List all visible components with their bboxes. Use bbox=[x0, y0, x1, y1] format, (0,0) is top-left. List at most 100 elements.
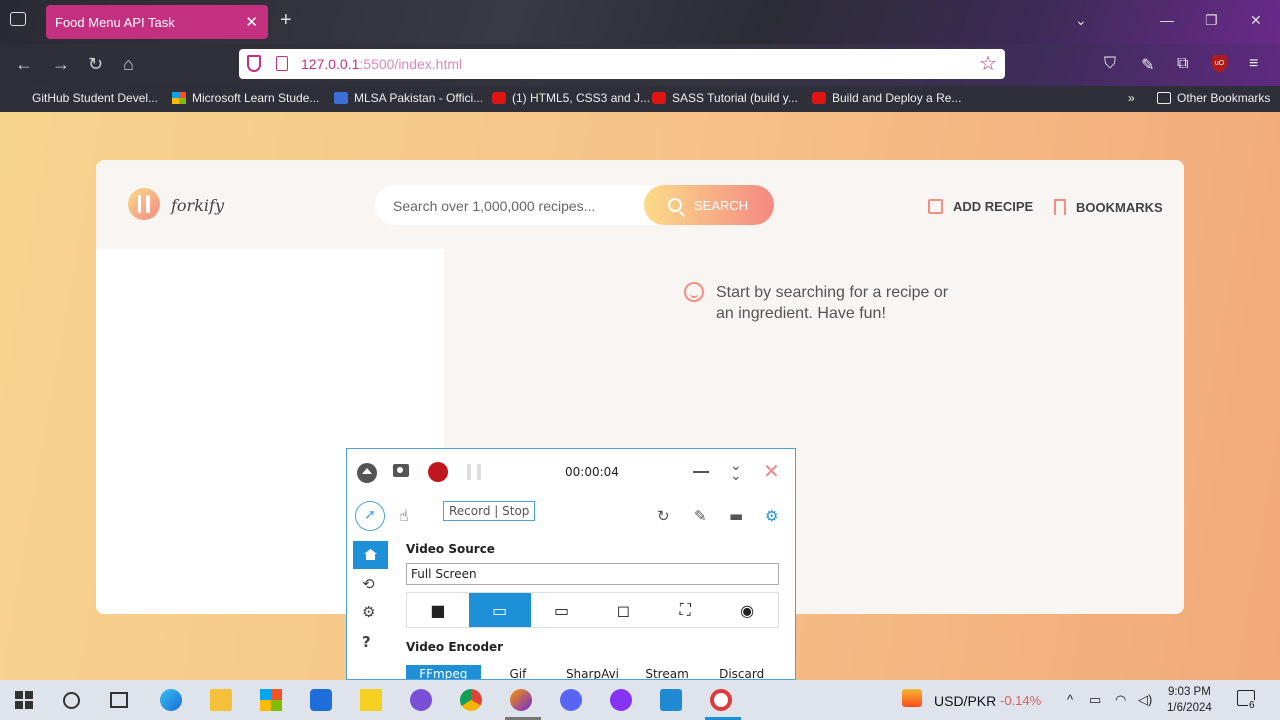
extensions-icon[interactable]: ⧉ bbox=[1177, 55, 1188, 73]
stocks-icon[interactable] bbox=[902, 689, 922, 707]
home-icon[interactable]: ⌂ bbox=[123, 54, 134, 75]
forward-icon[interactable]: → bbox=[52, 54, 70, 75]
search-button[interactable]: SEARCH bbox=[644, 185, 774, 225]
bookmarks-label: BOOKMARKS bbox=[1076, 199, 1163, 215]
bookmark-item[interactable]: SASS Tutorial (build y... bbox=[652, 91, 798, 105]
close-window-icon[interactable]: ✕ bbox=[1250, 12, 1262, 29]
menu-icon[interactable]: ≡ bbox=[1249, 55, 1258, 73]
encoder-tab[interactable]: Stream bbox=[630, 665, 705, 679]
bookmark-item[interactable]: (1) HTML5, CSS3 and J... bbox=[492, 91, 650, 105]
collapse-down-icon[interactable]: ⌄ ⌄ bbox=[730, 459, 742, 483]
file-explorer-icon[interactable] bbox=[210, 689, 232, 711]
clock-time: 9:03 PM bbox=[1167, 686, 1211, 698]
page-icon bbox=[276, 56, 288, 71]
search-input[interactable]: Search over 1,000,000 recipes... bbox=[393, 198, 595, 214]
battery-icon[interactable]: ▭ bbox=[1089, 692, 1101, 708]
address-bar[interactable]: 127.0.0.1:5500/index.html ☆ bbox=[239, 49, 1005, 79]
ublock-icon[interactable]: uO bbox=[1212, 55, 1227, 72]
search-button-label: SEARCH bbox=[694, 197, 749, 213]
tab-close-icon[interactable]: ✕ bbox=[245, 13, 258, 31]
brush-icon[interactable]: ✎ bbox=[694, 507, 707, 525]
record-tooltip: Record | Stop bbox=[443, 501, 536, 521]
wifi-icon[interactable]: ◠ bbox=[1115, 692, 1126, 708]
url-text[interactable]: 127.0.0.1:5500/index.html bbox=[301, 56, 462, 72]
collapse-icon[interactable] bbox=[357, 463, 377, 483]
vscode-icon[interactable] bbox=[660, 689, 682, 711]
bookmark-item[interactable]: Microsoft Learn Stude... bbox=[172, 91, 319, 105]
bookmark-star-icon[interactable]: ☆ bbox=[979, 51, 997, 76]
new-tab-button[interactable]: + bbox=[280, 9, 292, 32]
reload-icon[interactable]: ↻ bbox=[88, 54, 103, 75]
app-icon[interactable] bbox=[410, 689, 432, 711]
outlook-icon[interactable] bbox=[310, 689, 332, 711]
github-desktop-icon[interactable] bbox=[610, 689, 632, 711]
back-icon[interactable]: ← bbox=[15, 54, 33, 75]
bookmark-item[interactable]: MLSA Pakistan - Offici... bbox=[334, 91, 483, 105]
active-tab[interactable]: Food Menu API Task ✕ bbox=[46, 5, 268, 39]
bookmarks-button[interactable]: BOOKMARKS bbox=[1054, 199, 1163, 215]
start-icon[interactable] bbox=[15, 691, 33, 709]
add-recipe-button[interactable]: ADD RECIPE bbox=[928, 199, 1033, 214]
sticky-notes-icon[interactable] bbox=[360, 689, 382, 711]
help-icon[interactable]: ? bbox=[362, 633, 371, 651]
encoder-tab[interactable]: SharpAvi bbox=[555, 665, 630, 679]
gamepad-icon[interactable]: ◉ bbox=[716, 593, 778, 627]
store-icon[interactable] bbox=[260, 689, 282, 711]
refresh-icon[interactable]: ↻ bbox=[657, 507, 670, 525]
tab-list-icon[interactable] bbox=[10, 12, 26, 26]
folder-icon bbox=[1157, 92, 1171, 104]
minimize-icon[interactable]: — bbox=[1160, 12, 1174, 28]
add-recipe-label: ADD RECIPE bbox=[953, 199, 1034, 214]
folder-icon[interactable]: ▬ bbox=[729, 507, 743, 525]
microsoft-icon bbox=[172, 92, 186, 104]
home-icon[interactable] bbox=[353, 541, 388, 569]
click-icon[interactable]: ☝ bbox=[399, 506, 409, 525]
restore-icon[interactable]: ❐ bbox=[1205, 12, 1218, 29]
encoder-tab[interactable]: Gif bbox=[481, 665, 556, 679]
bookmark-item[interactable]: GitHub Student Devel... bbox=[32, 91, 158, 105]
chrome-icon[interactable] bbox=[460, 689, 482, 711]
monitor-icon[interactable]: ▭ bbox=[531, 593, 593, 627]
pause-button[interactable] bbox=[467, 464, 481, 480]
gear-icon[interactable]: ⚙ bbox=[362, 603, 375, 621]
volume-icon[interactable]: ◁) bbox=[1138, 692, 1152, 708]
logo-text[interactable]: forkify bbox=[171, 196, 224, 215]
screenshot-icon[interactable] bbox=[393, 464, 409, 477]
tab-overflow-icon[interactable]: ⌄ bbox=[1075, 12, 1087, 29]
screen-recorder-icon[interactable] bbox=[710, 689, 732, 711]
other-bookmarks[interactable]: Other Bookmarks bbox=[1157, 91, 1270, 105]
region-icon[interactable]: ⛶ bbox=[654, 593, 716, 627]
history-icon[interactable]: ⟲ bbox=[362, 575, 375, 593]
search-icon[interactable] bbox=[63, 692, 80, 709]
notification-count: 6 bbox=[1248, 700, 1256, 711]
close-icon[interactable]: ✕ bbox=[763, 459, 780, 483]
encoder-tab[interactable]: Discard bbox=[704, 665, 779, 679]
youtube-icon bbox=[652, 92, 666, 104]
tray-overflow-icon[interactable]: ^ bbox=[1067, 692, 1073, 707]
tools-icon[interactable]: ✎ bbox=[1141, 55, 1154, 75]
mlsa-icon bbox=[334, 92, 348, 104]
pocket-icon[interactable]: ⛉ bbox=[1104, 55, 1116, 73]
shield-icon[interactable] bbox=[247, 55, 261, 72]
logo-icon[interactable] bbox=[128, 188, 160, 220]
currency-change: -0.14% bbox=[1000, 693, 1042, 708]
search-form: Search over 1,000,000 recipes... SEARCH bbox=[375, 185, 774, 225]
webcam-icon[interactable]: ■ bbox=[407, 593, 469, 627]
task-view-icon[interactable] bbox=[110, 692, 128, 708]
record-button[interactable] bbox=[428, 462, 448, 482]
smile-icon bbox=[684, 282, 704, 302]
currency-ticker[interactable]: USD/PKR bbox=[934, 693, 996, 709]
video-source-field[interactable]: Full Screen bbox=[406, 563, 779, 585]
screen-icon[interactable]: ▭ bbox=[468, 593, 531, 627]
clock[interactable]: 9:03 PM 1/6/2024 bbox=[1167, 684, 1212, 716]
minimize-icon[interactable] bbox=[693, 471, 709, 473]
settings-icon[interactable]: ⚙ bbox=[765, 507, 778, 525]
firefox-icon[interactable] bbox=[510, 689, 532, 711]
bookmark-item[interactable]: Build and Deploy a Re... bbox=[812, 91, 961, 105]
encoder-tab[interactable]: FFmpeg bbox=[406, 665, 481, 679]
edge-icon[interactable] bbox=[160, 689, 182, 711]
window-icon[interactable]: ◻ bbox=[592, 593, 654, 627]
cursor-icon[interactable]: ➚ bbox=[355, 501, 385, 531]
bookmarks-overflow-icon[interactable]: » bbox=[1128, 91, 1135, 105]
discord-icon[interactable] bbox=[560, 689, 582, 711]
